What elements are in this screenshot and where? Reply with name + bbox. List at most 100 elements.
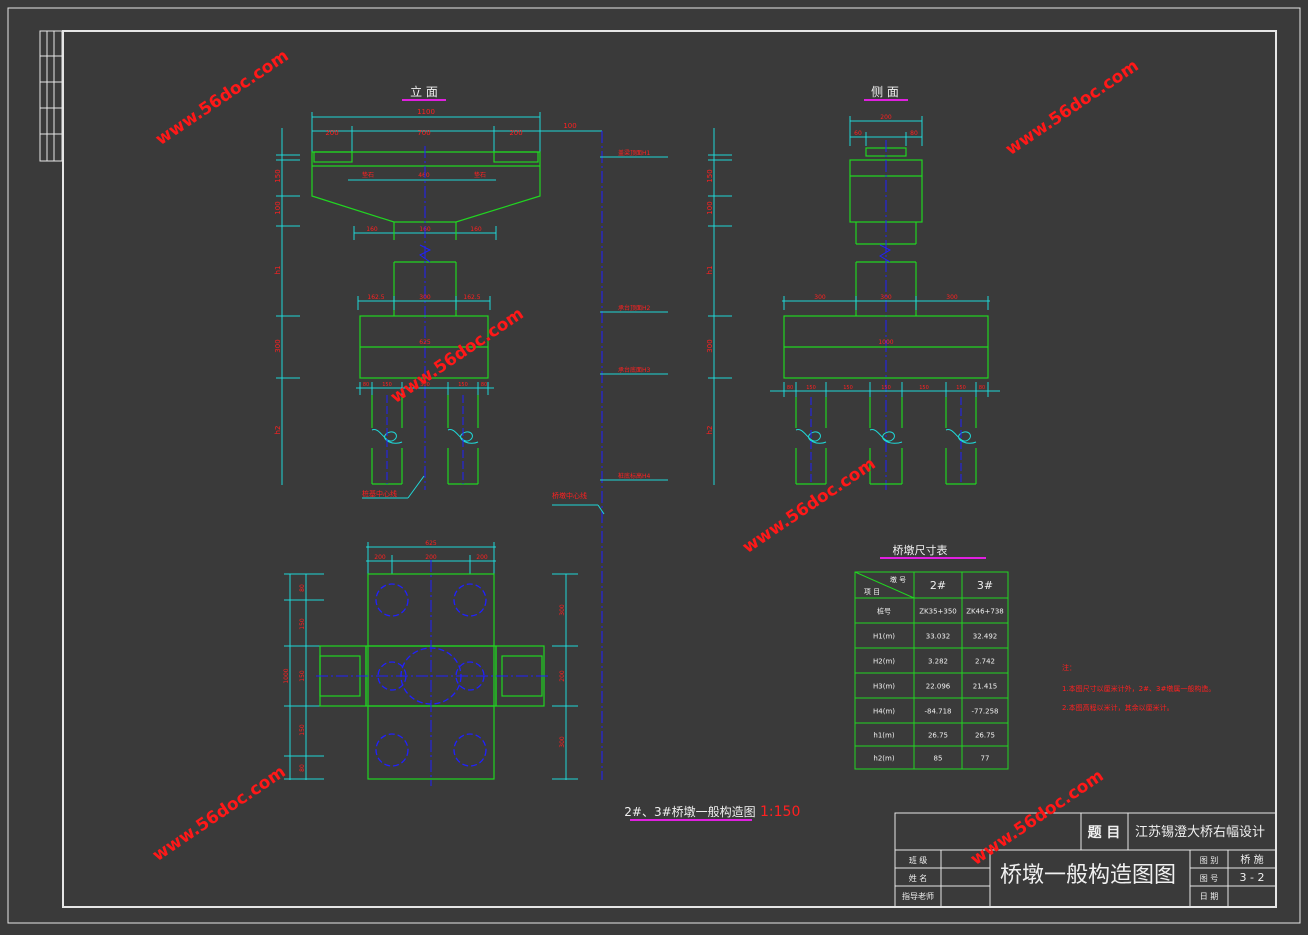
svg-text:桥 施: 桥 施 bbox=[1240, 853, 1263, 866]
svg-text:80: 80 bbox=[363, 382, 369, 388]
svg-text:日 期: 日 期 bbox=[1200, 892, 1219, 901]
pile-axis-callout: 桩基中心线 bbox=[362, 489, 397, 498]
drawing-title: 2#、3#桥墩一般构造图 bbox=[624, 804, 755, 819]
svg-text:h1: h1 bbox=[706, 266, 714, 275]
table-title: 桥墩尺寸表 bbox=[893, 543, 948, 557]
svg-text:200: 200 bbox=[880, 114, 892, 121]
svg-text:注：: 注： bbox=[1062, 663, 1076, 672]
svg-text:桩底标高H4: 桩底标高H4 bbox=[618, 472, 651, 480]
table-cell: 26.75 bbox=[928, 732, 948, 740]
svg-text:300: 300 bbox=[706, 339, 714, 352]
svg-text:垫石: 垫石 bbox=[362, 171, 374, 179]
svg-text:700: 700 bbox=[417, 129, 430, 137]
svg-text:60: 60 bbox=[854, 130, 862, 137]
table-cell: 26.75 bbox=[975, 732, 995, 740]
svg-text:150: 150 bbox=[382, 382, 392, 388]
table-cell: H1(m) bbox=[873, 633, 895, 641]
svg-text:300: 300 bbox=[814, 294, 826, 301]
svg-text:300: 300 bbox=[559, 736, 566, 748]
table-cell: H4(m) bbox=[873, 708, 895, 716]
svg-text:150: 150 bbox=[299, 670, 306, 682]
svg-text:162.5: 162.5 bbox=[367, 294, 384, 301]
svg-text:160: 160 bbox=[470, 226, 482, 233]
svg-text:图 别: 图 别 bbox=[1200, 856, 1219, 865]
svg-text:150: 150 bbox=[919, 385, 929, 391]
svg-text:200: 200 bbox=[476, 554, 488, 561]
svg-text:80: 80 bbox=[910, 130, 918, 137]
svg-text:江苏锡澄大桥右幅设计: 江苏锡澄大桥右幅设计 bbox=[1135, 824, 1265, 840]
table-cell: 32.492 bbox=[973, 633, 998, 641]
svg-text:班 级: 班 级 bbox=[909, 855, 928, 865]
svg-text:150: 150 bbox=[299, 724, 306, 736]
svg-text:80: 80 bbox=[481, 382, 487, 388]
table-cell: 77 bbox=[981, 755, 990, 763]
table-cell: ZK46+738 bbox=[966, 608, 1004, 616]
svg-text:3 - 2: 3 - 2 bbox=[1240, 871, 1265, 884]
svg-text:460: 460 bbox=[418, 172, 430, 179]
svg-text:2#: 2# bbox=[930, 579, 946, 592]
svg-text:垫石: 垫石 bbox=[474, 171, 486, 179]
svg-text:200: 200 bbox=[425, 554, 437, 561]
drawing-scale: 1:150 bbox=[760, 804, 800, 820]
svg-text:150: 150 bbox=[843, 385, 853, 391]
table-cell: 33.032 bbox=[926, 633, 951, 641]
table-cell: H2(m) bbox=[873, 658, 895, 666]
svg-text:200: 200 bbox=[509, 129, 522, 137]
table-cell: 22.096 bbox=[926, 683, 951, 691]
svg-text:300: 300 bbox=[880, 294, 892, 301]
svg-text:150: 150 bbox=[806, 385, 816, 391]
svg-text:150: 150 bbox=[956, 385, 966, 391]
svg-text:1000: 1000 bbox=[283, 668, 290, 683]
svg-text:1100: 1100 bbox=[417, 108, 435, 116]
svg-text:80: 80 bbox=[979, 385, 985, 391]
svg-text:160: 160 bbox=[366, 226, 378, 233]
svg-text:h2: h2 bbox=[274, 426, 282, 435]
svg-text:162.5: 162.5 bbox=[463, 294, 480, 301]
table-cell: -84.718 bbox=[924, 708, 951, 716]
drawing-caption: 2#、3#桥墩一般构造图 1:150 bbox=[624, 804, 800, 821]
svg-text:承台底面H3: 承台底面H3 bbox=[618, 366, 651, 374]
svg-text:200: 200 bbox=[559, 670, 566, 682]
table-cell: ZK35+350 bbox=[919, 608, 957, 616]
table-cell: 2.742 bbox=[975, 658, 995, 666]
svg-text:1.本图尺寸以厘米计外，2#、3#墩属一般构造。: 1.本图尺寸以厘米计外，2#、3#墩属一般构造。 bbox=[1062, 684, 1215, 693]
svg-text:200: 200 bbox=[325, 129, 338, 137]
svg-text:盖梁顶面H1: 盖梁顶面H1 bbox=[618, 149, 651, 157]
table-cell: -77.258 bbox=[971, 708, 998, 716]
svg-text:150: 150 bbox=[299, 618, 306, 630]
svg-text:300: 300 bbox=[419, 294, 431, 301]
table-cell: h1(m) bbox=[873, 732, 894, 740]
svg-text:项 目: 项 目 bbox=[864, 588, 880, 596]
svg-text:h2: h2 bbox=[706, 426, 714, 435]
svg-text:姓 名: 姓 名 bbox=[909, 873, 928, 883]
svg-text:150: 150 bbox=[881, 385, 891, 391]
svg-text:150: 150 bbox=[706, 169, 714, 182]
table-cell: H3(m) bbox=[873, 683, 895, 691]
table-cell: h2(m) bbox=[873, 755, 894, 763]
svg-text:100: 100 bbox=[563, 122, 576, 130]
svg-text:200: 200 bbox=[374, 554, 386, 561]
svg-text:墩 号: 墩 号 bbox=[890, 575, 906, 584]
svg-text:150: 150 bbox=[274, 169, 282, 182]
svg-text:图 号: 图 号 bbox=[1200, 874, 1219, 883]
svg-text:80: 80 bbox=[299, 584, 306, 592]
svg-text:2.本图高程以米计，其余以厘米计。: 2.本图高程以米计，其余以厘米计。 bbox=[1062, 703, 1174, 712]
svg-text:100: 100 bbox=[274, 201, 282, 214]
drawing-sheet: 立 面 1100 200 700 200 100 150 100 h1 300 … bbox=[0, 0, 1308, 931]
svg-text:h1: h1 bbox=[274, 266, 282, 275]
svg-text:指导老师: 指导老师 bbox=[902, 891, 934, 901]
svg-text:300: 300 bbox=[559, 604, 566, 616]
svg-text:3#: 3# bbox=[977, 579, 993, 592]
svg-text:80: 80 bbox=[299, 764, 306, 772]
svg-text:300: 300 bbox=[274, 339, 282, 352]
svg-text:625: 625 bbox=[419, 339, 431, 346]
table-cell: 85 bbox=[934, 755, 943, 763]
svg-text:承台顶面H2: 承台顶面H2 bbox=[618, 304, 651, 312]
svg-text:100: 100 bbox=[706, 201, 714, 214]
table-cell: 3.282 bbox=[928, 658, 948, 666]
svg-text:150: 150 bbox=[458, 382, 468, 388]
svg-text:题 目: 题 目 bbox=[1088, 825, 1121, 841]
table-cell: 桩号 bbox=[877, 607, 891, 616]
svg-text:1000: 1000 bbox=[878, 339, 893, 346]
svg-text:80: 80 bbox=[787, 385, 793, 391]
